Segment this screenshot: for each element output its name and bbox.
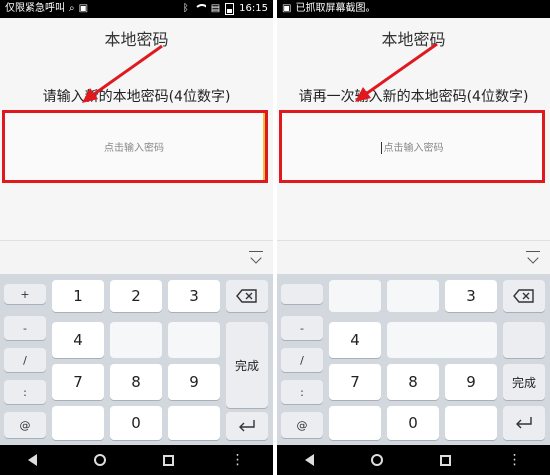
numeric-keyboard: - / : @ 3 4 完成 7 8 9 0: [277, 274, 550, 445]
key-slash[interactable]: /: [4, 348, 46, 372]
keyboard-collapse-icon[interactable]: [526, 251, 540, 267]
key-2[interactable]: 2: [110, 280, 162, 312]
done-key[interactable]: 完成: [226, 322, 268, 408]
search-icon: ⌕: [69, 3, 75, 14]
key-1[interactable]: 1: [52, 280, 104, 312]
keys-5-6-obscured[interactable]: [387, 322, 497, 358]
status-bar: ▣ 已抓取屏幕截图。: [277, 0, 550, 18]
recent-apps-icon[interactable]: [439, 454, 451, 466]
key-at[interactable]: @: [4, 412, 46, 438]
password-placeholder: 点击输入密码: [104, 143, 164, 154]
image-icon: ▣: [78, 3, 89, 14]
key-colon[interactable]: :: [4, 380, 46, 404]
key-3[interactable]: 3: [445, 280, 497, 312]
home-icon[interactable]: [94, 454, 107, 466]
key-blank-right[interactable]: [445, 406, 497, 440]
key-blank-left[interactable]: [329, 406, 381, 440]
text-cursor: [380, 142, 382, 154]
key-4[interactable]: 4: [52, 322, 104, 358]
key-2-obscured[interactable]: [387, 280, 439, 312]
key-9[interactable]: 9: [445, 364, 497, 400]
status-time: 16:15: [239, 3, 268, 14]
navigation-bar: ⋮: [277, 445, 550, 475]
key-9[interactable]: 9: [168, 364, 220, 400]
enter-key[interactable]: [226, 412, 268, 440]
screenshot-icon: ▣: [282, 3, 292, 14]
status-text: 仅限紧急呼叫: [5, 3, 65, 14]
key-minus[interactable]: -: [281, 316, 323, 340]
placeholder-text: 点击输入密码: [383, 143, 444, 154]
password-input[interactable]: 点击输入密码: [2, 110, 268, 183]
delete-icon: [236, 289, 257, 303]
numeric-keyboard: + - / : @ 1 2 3 4 完成 7 8 9 0: [0, 274, 273, 445]
bluetooth-icon: ᛒ: [182, 3, 189, 14]
enter-key[interactable]: [503, 406, 545, 440]
key-minus[interactable]: -: [4, 316, 46, 340]
key-7[interactable]: 7: [329, 364, 381, 400]
page-title: 本地密码: [0, 18, 273, 58]
key-8[interactable]: 8: [110, 364, 162, 400]
key-1-obscured[interactable]: [329, 280, 381, 312]
home-icon[interactable]: [371, 454, 384, 466]
key-blank-right[interactable]: [168, 406, 220, 440]
delete-icon: [513, 289, 534, 303]
key-blank-func[interactable]: [503, 322, 545, 358]
key-7[interactable]: 7: [52, 364, 104, 400]
wifi-icon: [193, 4, 206, 14]
key-5-obscured[interactable]: [110, 322, 162, 358]
phone-screenshot-right: ▣ 已抓取屏幕截图。 本地密码 请再一次输入新的本地密码(4位数字) 点击输入密…: [277, 0, 550, 475]
key-6-obscured[interactable]: [168, 322, 220, 358]
key-at[interactable]: @: [281, 412, 323, 438]
keyboard-toolbar: [277, 240, 550, 274]
password-prompt: 请输入新的本地密码(4位数字): [42, 89, 231, 105]
password-prompt: 请再一次输入新的本地密码(4位数字): [298, 89, 529, 105]
delete-key[interactable]: [503, 280, 545, 312]
keyboard-collapse-icon[interactable]: [249, 251, 263, 267]
enter-icon: [516, 417, 532, 429]
key-8[interactable]: 8: [387, 364, 439, 400]
recent-apps-icon[interactable]: [162, 454, 174, 466]
enter-icon: [239, 420, 255, 432]
key-plus[interactable]: [281, 284, 323, 304]
key-colon[interactable]: :: [281, 380, 323, 404]
more-icon[interactable]: ⋮: [231, 453, 245, 467]
delete-key[interactable]: [226, 280, 268, 312]
back-icon[interactable]: [305, 454, 315, 466]
password-placeholder: 点击输入密码: [380, 139, 444, 154]
navigation-bar: ⋮: [0, 445, 273, 475]
sim-icon: ▤: [210, 3, 221, 14]
more-icon[interactable]: ⋮: [508, 453, 522, 467]
keyboard-toolbar: [0, 240, 273, 274]
password-input[interactable]: 点击输入密码: [279, 110, 545, 183]
phone-screenshot-left: 仅限紧急呼叫 ⌕ ▣ ᛒ ▤ 16:15 本地密码 请输入新的本地密码(4位数字…: [0, 0, 273, 475]
done-key[interactable]: 完成: [503, 364, 545, 400]
battery-icon: [225, 3, 235, 15]
key-0[interactable]: 0: [387, 406, 439, 440]
key-blank-left[interactable]: [52, 406, 104, 440]
page-title: 本地密码: [277, 18, 550, 58]
back-icon[interactable]: [28, 454, 38, 466]
status-bar: 仅限紧急呼叫 ⌕ ▣ ᛒ ▤ 16:15: [0, 0, 273, 18]
key-slash[interactable]: /: [281, 348, 323, 372]
key-3[interactable]: 3: [168, 280, 220, 312]
key-4[interactable]: 4: [329, 322, 381, 358]
status-text: 已抓取屏幕截图。: [295, 3, 376, 14]
key-0[interactable]: 0: [110, 406, 162, 440]
key-plus[interactable]: +: [4, 284, 46, 304]
